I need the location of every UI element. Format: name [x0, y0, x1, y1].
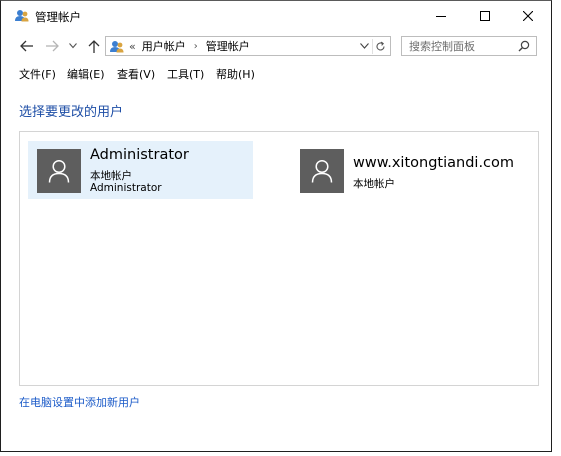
user-icon [311, 159, 333, 183]
up-button[interactable] [85, 38, 103, 54]
close-icon [523, 11, 533, 21]
user-tile-xitongtiandi[interactable]: www.xitongtiandi.com 本地帐户 [291, 141, 521, 199]
user-name: www.xitongtiandi.com [353, 155, 515, 171]
close-button[interactable] [506, 1, 550, 31]
breadcrumb-manage-accounts[interactable]: 管理帐户 [206, 38, 250, 54]
arrow-up-icon [88, 39, 100, 53]
navigation-bar: « 用户帐户 › 管理帐户 [1, 31, 551, 61]
breadcrumb-overflow[interactable]: « [129, 40, 136, 53]
avatar [37, 149, 81, 193]
address-dropdown-button[interactable] [358, 40, 370, 52]
page-heading: 选择要更改的用户 [19, 105, 124, 120]
maximize-button[interactable] [463, 1, 507, 31]
breadcrumb-user-accounts[interactable]: 用户帐户 [142, 38, 186, 54]
forward-button[interactable] [43, 38, 61, 54]
arrow-left-icon [19, 40, 33, 52]
chevron-down-icon [359, 43, 369, 49]
back-button[interactable] [17, 38, 35, 54]
search-input[interactable] [402, 37, 514, 55]
arrow-right-icon [45, 40, 59, 52]
minimize-icon [436, 16, 446, 17]
user-account-type: 本地帐户 [90, 170, 132, 182]
menu-file[interactable]: 文件(F) [19, 66, 56, 82]
user-group: Administrator [90, 182, 162, 194]
avatar [300, 149, 344, 193]
refresh-icon [376, 41, 385, 51]
chevron-down-icon [69, 43, 77, 49]
user-icon [48, 159, 70, 183]
menu-view[interactable]: 查看(V) [117, 66, 155, 82]
manage-accounts-window: 管理帐户 « 用户帐户 › 管理帐户 搜索控制面板 文件(F) 编辑(E) 查看… [0, 0, 552, 452]
users-icon [110, 40, 124, 52]
menu-bar: 文件(F) 编辑(E) 查看(V) 工具(T) 帮助(H) [1, 61, 551, 85]
user-tile-administrator[interactable]: Administrator 本地帐户 Administrator [28, 141, 253, 199]
users-icon [15, 10, 29, 22]
minimize-button[interactable] [419, 1, 463, 31]
refresh-button[interactable] [372, 39, 388, 54]
menu-tools[interactable]: 工具(T) [167, 66, 204, 82]
user-name: Administrator [90, 147, 189, 163]
user-account-type: 本地帐户 [353, 178, 395, 190]
menu-help[interactable]: 帮助(H) [216, 66, 255, 82]
recent-locations-button[interactable] [67, 38, 79, 54]
search-icon[interactable] [518, 40, 530, 52]
address-bar[interactable]: « 用户帐户 › 管理帐户 [105, 36, 391, 56]
search-box[interactable] [401, 36, 537, 56]
breadcrumb-separator-icon[interactable]: › [194, 41, 198, 52]
window-title: 管理帐户 [35, 10, 81, 24]
title-bar: 管理帐户 [1, 1, 551, 31]
menu-edit[interactable]: 编辑(E) [67, 66, 105, 82]
maximize-icon [480, 11, 490, 21]
add-new-user-link[interactable]: 在电脑设置中添加新用户 [19, 394, 140, 410]
user-list-panel: Administrator 本地帐户 Administrator www.xit… [19, 131, 539, 386]
